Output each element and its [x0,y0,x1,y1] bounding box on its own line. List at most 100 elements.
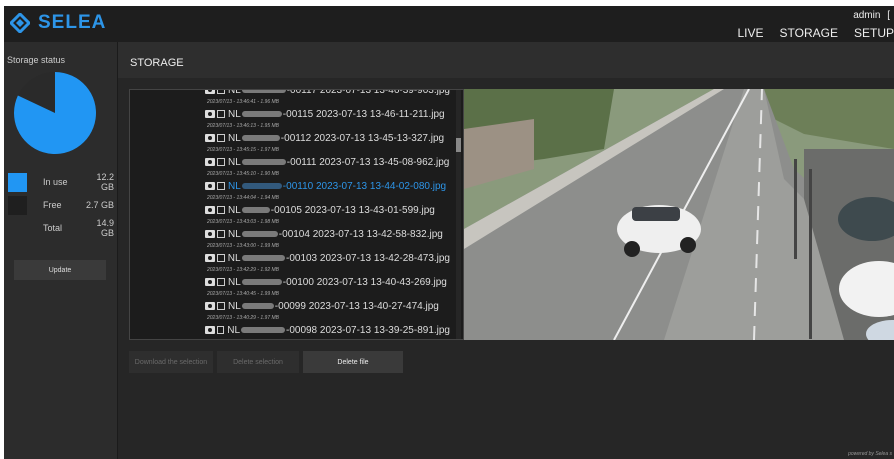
plate-prefix: NL [228,156,241,168]
file-list-item[interactable]: NL -00105 2023-07-13 13-43-01-599.jpg 2023… [205,203,450,227]
camera-icon [205,326,215,334]
update-button[interactable]: Update [14,260,106,280]
file-name: -00112 2023-07-13 13-45-13-327.jpg [280,132,445,144]
legend-total: Total 14.9 GB [8,218,114,238]
plate-prefix: NL [228,300,241,312]
free-label: Free [43,200,62,210]
camera-icon [205,302,215,310]
camera-icon [205,90,215,94]
file-entry[interactable]: NL -00115 2023-07-13 13-46-11-211.jpg [205,107,450,121]
camera-icon [205,134,215,142]
redacted-plate [241,207,270,213]
app-window: SELEA admin [ LIVE STORAGE SETUP Storage s… [4,6,894,459]
file-list-scrollbar[interactable] [456,90,461,339]
total-label: Total [43,223,63,233]
file-name: -00099 2023-07-13 13-40-27-474.jpg [274,300,439,312]
file-checkbox[interactable] [217,134,225,142]
file-list-item[interactable]: NL -00100 2023-07-13 13-40-43-269.jpg 2023… [205,275,450,299]
plate-prefix: NL [228,180,241,192]
in-use-swatch [8,172,27,192]
tab-live[interactable]: LIVE [738,26,764,43]
selea-logo-icon [10,13,30,33]
redacted-plate [241,303,274,309]
tab-setup[interactable]: SETUP [854,26,894,43]
tab-storage[interactable]: STORAGE [779,26,838,43]
storage-status-panel: Storage status In use 12.2 GB Free 2.7 G… [4,42,118,459]
preview-car-window [632,207,680,221]
file-meta: 2023/07/13 - 13:43:00 - 1.99 MB [207,243,279,249]
redacted-plate [241,279,282,285]
redacted-plate [241,135,280,141]
file-list-item[interactable]: NL -00115 2023-07-13 13-46-11-211.jpg 2023… [205,107,450,131]
delete-selection-button[interactable]: Delete selection [217,351,299,373]
free-swatch [8,195,27,215]
file-checkbox[interactable] [217,182,225,190]
file-meta: 2023/07/13 - 13:42:29 - 1.92 MB [207,267,279,273]
download-selection-button[interactable]: Download the selection [129,351,213,373]
file-meta: 2023/07/13 - 13:46:41 - 1.96 MB [207,99,279,105]
camera-icon [205,230,215,238]
file-name: -00111 2023-07-13 13-45-08-962.jpg [286,156,450,168]
scrollbar-thumb[interactable] [456,138,461,152]
file-list-item[interactable]: NL -00110 2023-07-13 13-44-02-080.jpg 2023… [205,179,450,203]
file-checkbox[interactable] [217,158,225,166]
file-list-item[interactable]: NL -00117 2023-07-13 13-46-39-903.jpg 2023… [205,89,450,107]
file-list-items: NL -00117 2023-07-13 13-46-39-903.jpg 2023… [205,89,450,339]
file-checkbox[interactable] [217,206,225,214]
file-checkbox[interactable] [216,326,225,334]
file-meta: 2023/07/13 - 13:45:10 - 1.90 MB [207,171,279,177]
plate-prefix: NL [228,132,241,144]
redacted-plate [241,90,286,93]
file-list[interactable]: NL -00117 2023-07-13 13-46-39-903.jpg 2023… [129,89,464,340]
total-value: 14.9 GB [96,218,114,238]
file-list-item[interactable]: NL -00104 2023-07-13 13-42-58-832.jpg 2023… [205,227,450,251]
file-entry[interactable]: NL -00100 2023-07-13 13-40-43-269.jpg [205,275,450,289]
file-name: -00104 2023-07-13 13-42-58-832.jpg [278,228,443,240]
file-name: -00117 2023-07-13 13-46-39-903.jpg [286,89,450,96]
file-checkbox[interactable] [217,278,225,286]
current-user[interactable]: admin [ [853,10,890,21]
file-meta: 2023/07/13 - 13:40:45 - 1.99 MB [207,291,279,297]
camera-icon [205,158,215,166]
file-entry[interactable]: NL -00117 2023-07-13 13-46-39-903.jpg [205,89,450,97]
storage-legend: In use 12.2 GB Free 2.7 GB Total 14.9 GB [8,172,114,241]
file-checkbox[interactable] [217,302,225,310]
file-entry[interactable]: NL -00098 2023-07-13 13-39-25-891.jpg [205,323,450,337]
file-meta: 2023/07/13 - 13:43:03 - 1.98 MB [207,219,279,225]
file-checkbox[interactable] [216,90,225,94]
file-list-item[interactable]: NL -00111 2023-07-13 13-45-08-962.jpg 2023… [205,155,450,179]
free-value: 2.7 GB [85,200,114,210]
main-nav: LIVE STORAGE SETUP [738,26,894,43]
file-list-item[interactable]: NL -00103 2023-07-13 13-42-28-473.jpg 2023… [205,251,450,275]
file-actions: Download the selection Delete selection … [129,351,403,373]
delete-file-button[interactable]: Delete file [303,351,403,373]
file-list-item[interactable]: NL -00098 2023-07-13 13-39-25-891.jpg [205,323,450,339]
plate-prefix: NL [227,252,241,264]
file-checkbox[interactable] [217,110,225,118]
file-checkbox[interactable] [217,230,225,238]
powered-by: powered by Selea s [848,451,892,457]
file-meta: 2023/07/13 - 13:45:15 - 1.97 MB [207,147,279,153]
file-name: -00110 2023-07-13 13-44-02-080.jpg [282,180,447,192]
file-entry[interactable]: NL -00103 2023-07-13 13-42-28-473.jpg [205,251,450,265]
file-entry[interactable]: NL -00099 2023-07-13 13-40-27-474.jpg [205,299,450,313]
file-list-item[interactable]: NL -00112 2023-07-13 13-45-13-327.jpg 2023… [205,131,450,155]
file-meta: 2023/07/13 - 13:46:13 - 1.95 MB [207,123,279,129]
file-entry[interactable]: NL -00111 2023-07-13 13-45-08-962.jpg [205,155,450,169]
preview-car-wheel-rear [680,237,696,253]
file-entry[interactable]: NL -00104 2023-07-13 13-42-58-832.jpg [205,227,450,241]
file-checkbox[interactable] [216,254,225,262]
camera-icon [205,278,215,286]
file-name: -00115 2023-07-13 13-46-11-211.jpg [282,108,445,120]
file-entry[interactable]: NL -00112 2023-07-13 13-45-13-327.jpg [205,131,450,145]
file-entry[interactable]: NL -00105 2023-07-13 13-43-01-599.jpg [205,203,450,217]
file-list-item[interactable]: NL -00099 2023-07-13 13-40-27-474.jpg 2023… [205,299,450,323]
file-meta [205,337,450,339]
file-entry[interactable]: NL -00110 2023-07-13 13-44-02-080.jpg [205,179,450,193]
plate-prefix: NL [228,228,241,240]
storage-status-title: Storage status [7,55,66,65]
redacted-plate [241,159,286,165]
camera-icon [205,110,215,118]
redacted-plate [241,255,285,261]
selea-logo: SELEA [10,12,106,34]
